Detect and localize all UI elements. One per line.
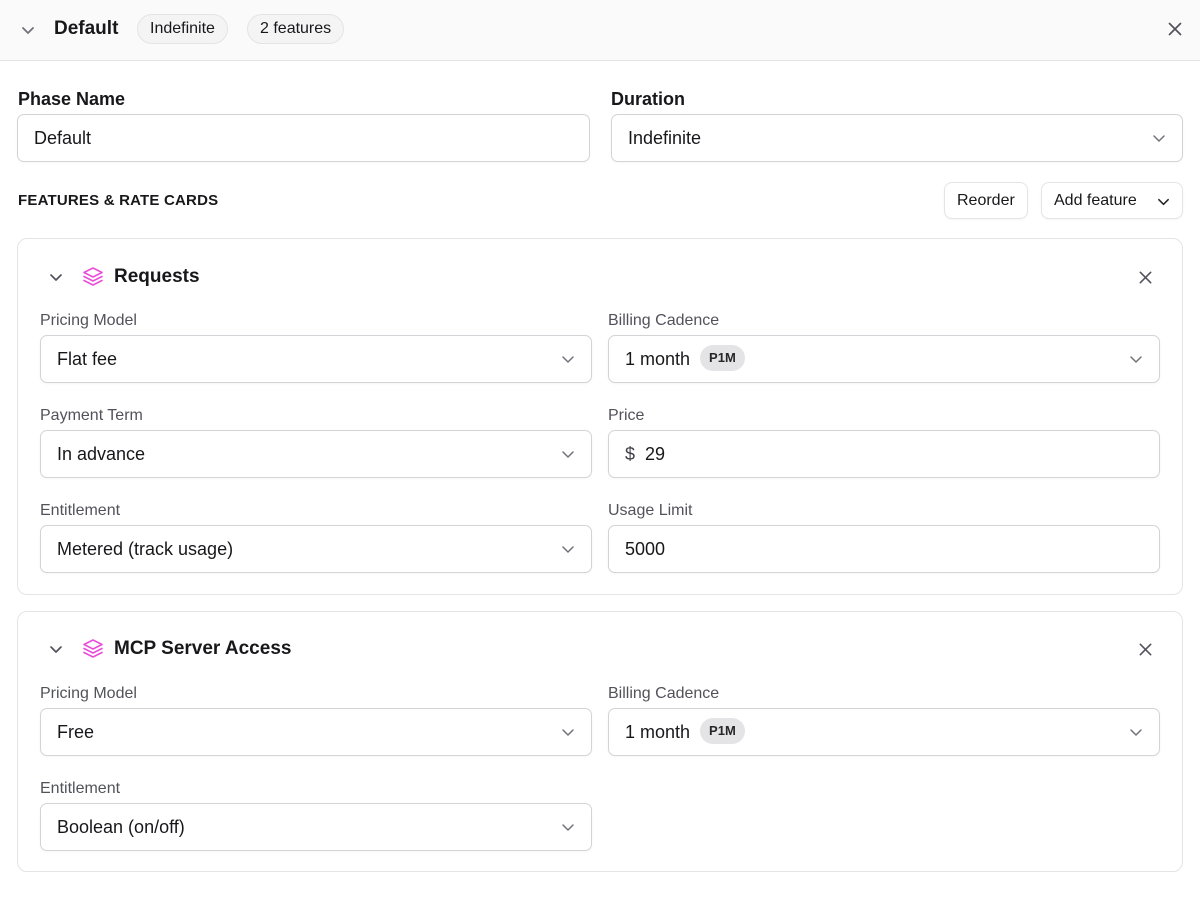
billing-cadence-badge: P1M bbox=[700, 345, 745, 372]
billing-cadence-label: Billing Cadence bbox=[608, 312, 720, 329]
reorder-button[interactable]: Reorder bbox=[944, 182, 1028, 219]
entitlement-select[interactable]: Metered (track usage) bbox=[40, 525, 592, 573]
phase-header: Default Indefinite 2 features bbox=[0, 0, 1200, 61]
reorder-label: Reorder bbox=[957, 192, 1015, 209]
payment-term-label: Payment Term bbox=[40, 407, 143, 424]
pricing-model-select[interactable]: Free bbox=[40, 708, 592, 756]
price-input[interactable]: $29 bbox=[608, 430, 1160, 478]
remove-feature-button[interactable] bbox=[1134, 266, 1156, 288]
feature-card: MCP Server Access Pricing Model Free Bil… bbox=[17, 611, 1183, 872]
phase-name-input[interactable]: Default bbox=[17, 114, 590, 162]
currency-symbol: $ bbox=[625, 444, 636, 464]
pricing-model-label: Pricing Model bbox=[40, 685, 137, 702]
entitlement-label: Entitlement bbox=[40, 502, 121, 519]
collapse-feature-button[interactable] bbox=[45, 638, 67, 660]
remove-feature-button[interactable] bbox=[1134, 638, 1156, 660]
chevron-down-icon bbox=[1153, 135, 1165, 142]
billing-cadence-label: Billing Cadence bbox=[608, 685, 720, 702]
entitlement-value: Boolean (on/off) bbox=[57, 817, 185, 837]
chevron-down-icon bbox=[1130, 729, 1142, 736]
chevron-down-icon bbox=[562, 546, 574, 553]
feature-title: MCP Server Access bbox=[114, 638, 292, 659]
collapse-feature-button[interactable] bbox=[45, 266, 67, 288]
layers-icon bbox=[83, 267, 103, 286]
payment-term-select[interactable]: In advance bbox=[40, 430, 592, 478]
layers-icon bbox=[83, 639, 103, 658]
chevron-down-icon bbox=[562, 824, 574, 831]
collapse-phase-button[interactable] bbox=[16, 18, 40, 42]
chevron-down-icon bbox=[50, 646, 62, 653]
payment-term-value: In advance bbox=[57, 444, 146, 464]
close-phase-button[interactable] bbox=[1163, 17, 1187, 41]
close-icon bbox=[1139, 643, 1151, 655]
billing-cadence-value: 1 month bbox=[625, 722, 691, 742]
feature-title: Requests bbox=[114, 266, 200, 287]
entitlement-value: Metered (track usage) bbox=[57, 539, 234, 559]
duration-pill: Indefinite bbox=[137, 14, 228, 44]
pricing-model-value: Free bbox=[57, 722, 95, 742]
entitlement-label: Entitlement bbox=[40, 780, 121, 797]
price-value: 29 bbox=[645, 444, 666, 464]
billing-cadence-select[interactable]: 1 month P1M bbox=[608, 335, 1160, 383]
chevron-down-icon bbox=[1158, 198, 1169, 206]
close-icon bbox=[1168, 22, 1182, 36]
features-count-pill: 2 features bbox=[247, 14, 345, 44]
pricing-model-value: Flat fee bbox=[57, 349, 118, 369]
phase-title: Default bbox=[54, 18, 119, 39]
features-section-heading: FEATURES & RATE CARDS bbox=[18, 192, 219, 209]
phase-name-label: Phase Name bbox=[18, 89, 126, 109]
add-feature-button[interactable]: Add feature bbox=[1041, 182, 1183, 219]
chevron-down-icon bbox=[22, 27, 34, 34]
chevron-down-icon bbox=[562, 451, 574, 458]
pricing-model-select[interactable]: Flat fee bbox=[40, 335, 592, 383]
chevron-down-icon bbox=[562, 356, 574, 363]
chevron-down-icon bbox=[50, 274, 62, 281]
usage-limit-input[interactable]: 5000 bbox=[608, 525, 1160, 573]
billing-cadence-select[interactable]: 1 month P1M bbox=[608, 708, 1160, 756]
price-label: Price bbox=[608, 407, 645, 424]
pricing-model-label: Pricing Model bbox=[40, 312, 137, 329]
duration-select[interactable]: Indefinite bbox=[611, 114, 1183, 162]
billing-cadence-value: 1 month bbox=[625, 349, 691, 369]
usage-limit-value: 5000 bbox=[625, 539, 666, 559]
usage-limit-label: Usage Limit bbox=[608, 502, 693, 519]
close-icon bbox=[1139, 271, 1151, 283]
phase-name-value: Default bbox=[34, 128, 92, 148]
chevron-down-icon bbox=[1130, 356, 1142, 363]
duration-value: Indefinite bbox=[628, 128, 702, 148]
feature-card: Requests Pricing Model Flat fee Billing … bbox=[17, 238, 1183, 595]
duration-label: Duration bbox=[611, 89, 685, 109]
entitlement-select[interactable]: Boolean (on/off) bbox=[40, 803, 592, 851]
add-feature-label: Add feature bbox=[1054, 192, 1137, 209]
chevron-down-icon bbox=[562, 729, 574, 736]
billing-cadence-badge: P1M bbox=[700, 718, 745, 745]
